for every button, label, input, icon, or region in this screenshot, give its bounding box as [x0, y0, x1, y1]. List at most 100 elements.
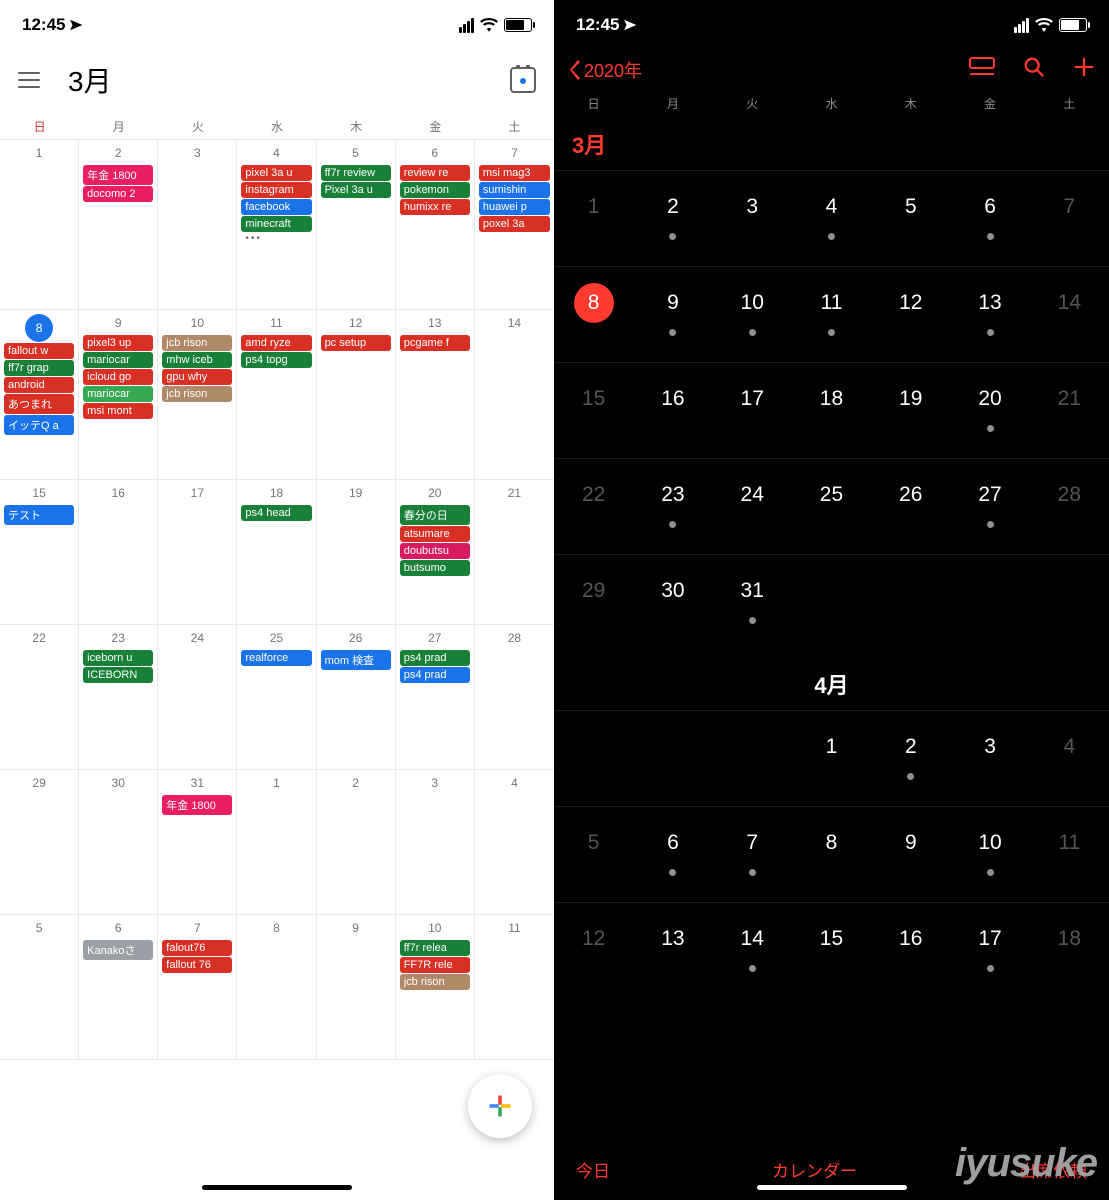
day-cell[interactable]: 5 — [0, 915, 79, 1060]
day-cell[interactable]: 27ps4 pradps4 prad — [396, 625, 475, 770]
day-cell[interactable]: 20 — [950, 362, 1029, 458]
event-chip[interactable]: テスト — [4, 505, 74, 525]
day-cell[interactable]: 10 — [950, 806, 1029, 902]
event-chip[interactable]: ps4 topg — [241, 352, 311, 368]
day-cell[interactable]: 3 — [396, 770, 475, 915]
day-cell[interactable]: 16 — [871, 902, 950, 998]
day-cell[interactable]: 31 — [713, 554, 792, 650]
event-chip[interactable]: 年金 1800 — [83, 165, 153, 185]
day-cell[interactable]: 11amd ryzeps4 topg — [237, 310, 316, 480]
day-cell[interactable]: 2 — [633, 170, 712, 266]
event-chip[interactable]: pixel3 up — [83, 335, 153, 351]
day-cell[interactable]: 14 — [1030, 266, 1109, 362]
add-button[interactable] — [1073, 56, 1095, 83]
event-chip[interactable]: pc setup — [321, 335, 391, 351]
day-cell[interactable]: 8 — [237, 915, 316, 1060]
event-chip[interactable]: mhw iceb — [162, 352, 232, 368]
event-chip[interactable]: ff7r review — [321, 165, 391, 181]
day-cell[interactable]: 7msi mag3sumishinhuawei ppoxel 3a — [475, 140, 554, 310]
day-cell[interactable]: 15 — [792, 902, 871, 998]
day-cell[interactable]: 5 — [554, 806, 633, 902]
day-cell[interactable]: 24 — [158, 625, 237, 770]
day-cell[interactable]: 1 — [237, 770, 316, 915]
event-chip[interactable]: doubutsu — [400, 543, 470, 559]
day-cell[interactable]: 4 — [1030, 710, 1109, 806]
day-cell[interactable]: 26mom 検査 — [317, 625, 396, 770]
day-cell[interactable]: 12 — [554, 902, 633, 998]
day-cell[interactable]: 1 — [554, 170, 633, 266]
day-cell[interactable]: 22 — [554, 458, 633, 554]
day-cell[interactable]: 20春分の日atsumaredoubutsubutsumo — [396, 480, 475, 625]
day-cell[interactable]: 19 — [317, 480, 396, 625]
day-cell[interactable]: 9 — [633, 266, 712, 362]
day-cell[interactable]: 17 — [950, 902, 1029, 998]
day-cell[interactable]: 1 — [0, 140, 79, 310]
event-chip[interactable]: FF7R rele — [400, 957, 470, 973]
day-cell[interactable]: 8 — [554, 266, 633, 362]
event-chip[interactable]: pixel 3a u — [241, 165, 311, 181]
event-chip[interactable]: jcb rison — [162, 386, 232, 402]
event-chip[interactable]: humixx re — [400, 199, 470, 215]
event-chip[interactable]: huawei p — [479, 199, 550, 215]
day-cell[interactable]: 9pixel3 upmariocaricloud gomariocarmsi m… — [79, 310, 158, 480]
day-cell[interactable]: 13 — [633, 902, 712, 998]
day-cell[interactable]: 4 — [475, 770, 554, 915]
day-cell[interactable]: 21 — [1030, 362, 1109, 458]
today-button[interactable] — [510, 67, 536, 93]
event-chip[interactable]: msi mag3 — [479, 165, 550, 181]
day-cell[interactable]: 22 — [0, 625, 79, 770]
day-cell[interactable]: 14 — [713, 902, 792, 998]
event-chip[interactable]: ff7r relea — [400, 940, 470, 956]
day-cell[interactable]: 10ff7r releaFF7R relejcb rison — [396, 915, 475, 1060]
day-cell[interactable]: 7 — [1030, 170, 1109, 266]
day-cell[interactable]: 7falout76fallout 76 — [158, 915, 237, 1060]
day-cell[interactable]: 2 — [871, 710, 950, 806]
event-chip[interactable]: 春分の日 — [400, 505, 470, 525]
event-chip[interactable]: Pixel 3a u — [321, 182, 391, 198]
fab-add-button[interactable] — [468, 1074, 532, 1138]
day-cell[interactable]: 18ps4 head — [237, 480, 316, 625]
day-cell[interactable]: 8fallout wff7r grapandroidあつまれイッテQ a — [0, 310, 79, 480]
day-cell[interactable]: 6 — [950, 170, 1029, 266]
month-title[interactable]: 3月 — [68, 60, 112, 100]
day-cell[interactable]: 15 — [554, 362, 633, 458]
day-cell[interactable]: 17 — [713, 362, 792, 458]
event-chip[interactable]: amd ryze — [241, 335, 311, 351]
day-cell[interactable]: 25 — [792, 458, 871, 554]
day-cell[interactable]: 7 — [713, 806, 792, 902]
back-button[interactable]: 2020年 — [568, 57, 642, 83]
event-chip[interactable]: mariocar — [83, 352, 153, 368]
event-chip[interactable]: jcb rison — [400, 974, 470, 990]
event-chip[interactable]: ps4 prad — [400, 650, 470, 666]
day-cell[interactable]: 6Kanakoさ — [79, 915, 158, 1060]
day-cell[interactable]: 6review repokemonhumixx re — [396, 140, 475, 310]
day-cell[interactable]: 26 — [871, 458, 950, 554]
event-chip[interactable]: mom 検査 — [321, 650, 391, 670]
day-cell[interactable]: 10jcb risonmhw icebgpu whyjcb rison — [158, 310, 237, 480]
day-cell[interactable]: 4 — [792, 170, 871, 266]
day-cell[interactable]: 11 — [1030, 806, 1109, 902]
day-cell[interactable]: 28 — [475, 625, 554, 770]
day-cell[interactable]: 29 — [554, 554, 633, 650]
day-cell[interactable]: 6 — [633, 806, 712, 902]
event-chip[interactable]: ps4 prad — [400, 667, 470, 683]
event-chip[interactable]: facebook — [241, 199, 311, 215]
event-chip[interactable]: あつまれ — [4, 394, 74, 414]
day-cell[interactable]: 2 — [317, 770, 396, 915]
day-cell[interactable]: 9 — [317, 915, 396, 1060]
day-cell[interactable]: 13pcgame f — [396, 310, 475, 480]
day-cell[interactable]: 3 — [950, 710, 1029, 806]
day-cell[interactable]: 3 — [158, 140, 237, 310]
event-chip[interactable]: pokemon — [400, 182, 470, 198]
day-cell[interactable]: 2年金 1800docomo 2 — [79, 140, 158, 310]
day-cell[interactable]: 21 — [475, 480, 554, 625]
event-chip[interactable]: pcgame f — [400, 335, 470, 351]
event-chip[interactable]: イッテQ a — [4, 415, 74, 435]
event-chip[interactable]: ps4 head — [241, 505, 311, 521]
day-cell[interactable]: 5 — [871, 170, 950, 266]
event-chip[interactable]: android — [4, 377, 74, 393]
day-cell[interactable]: 15テスト — [0, 480, 79, 625]
home-indicator[interactable] — [757, 1185, 907, 1190]
day-cell[interactable]: 9 — [871, 806, 950, 902]
day-cell[interactable]: 23 — [633, 458, 712, 554]
